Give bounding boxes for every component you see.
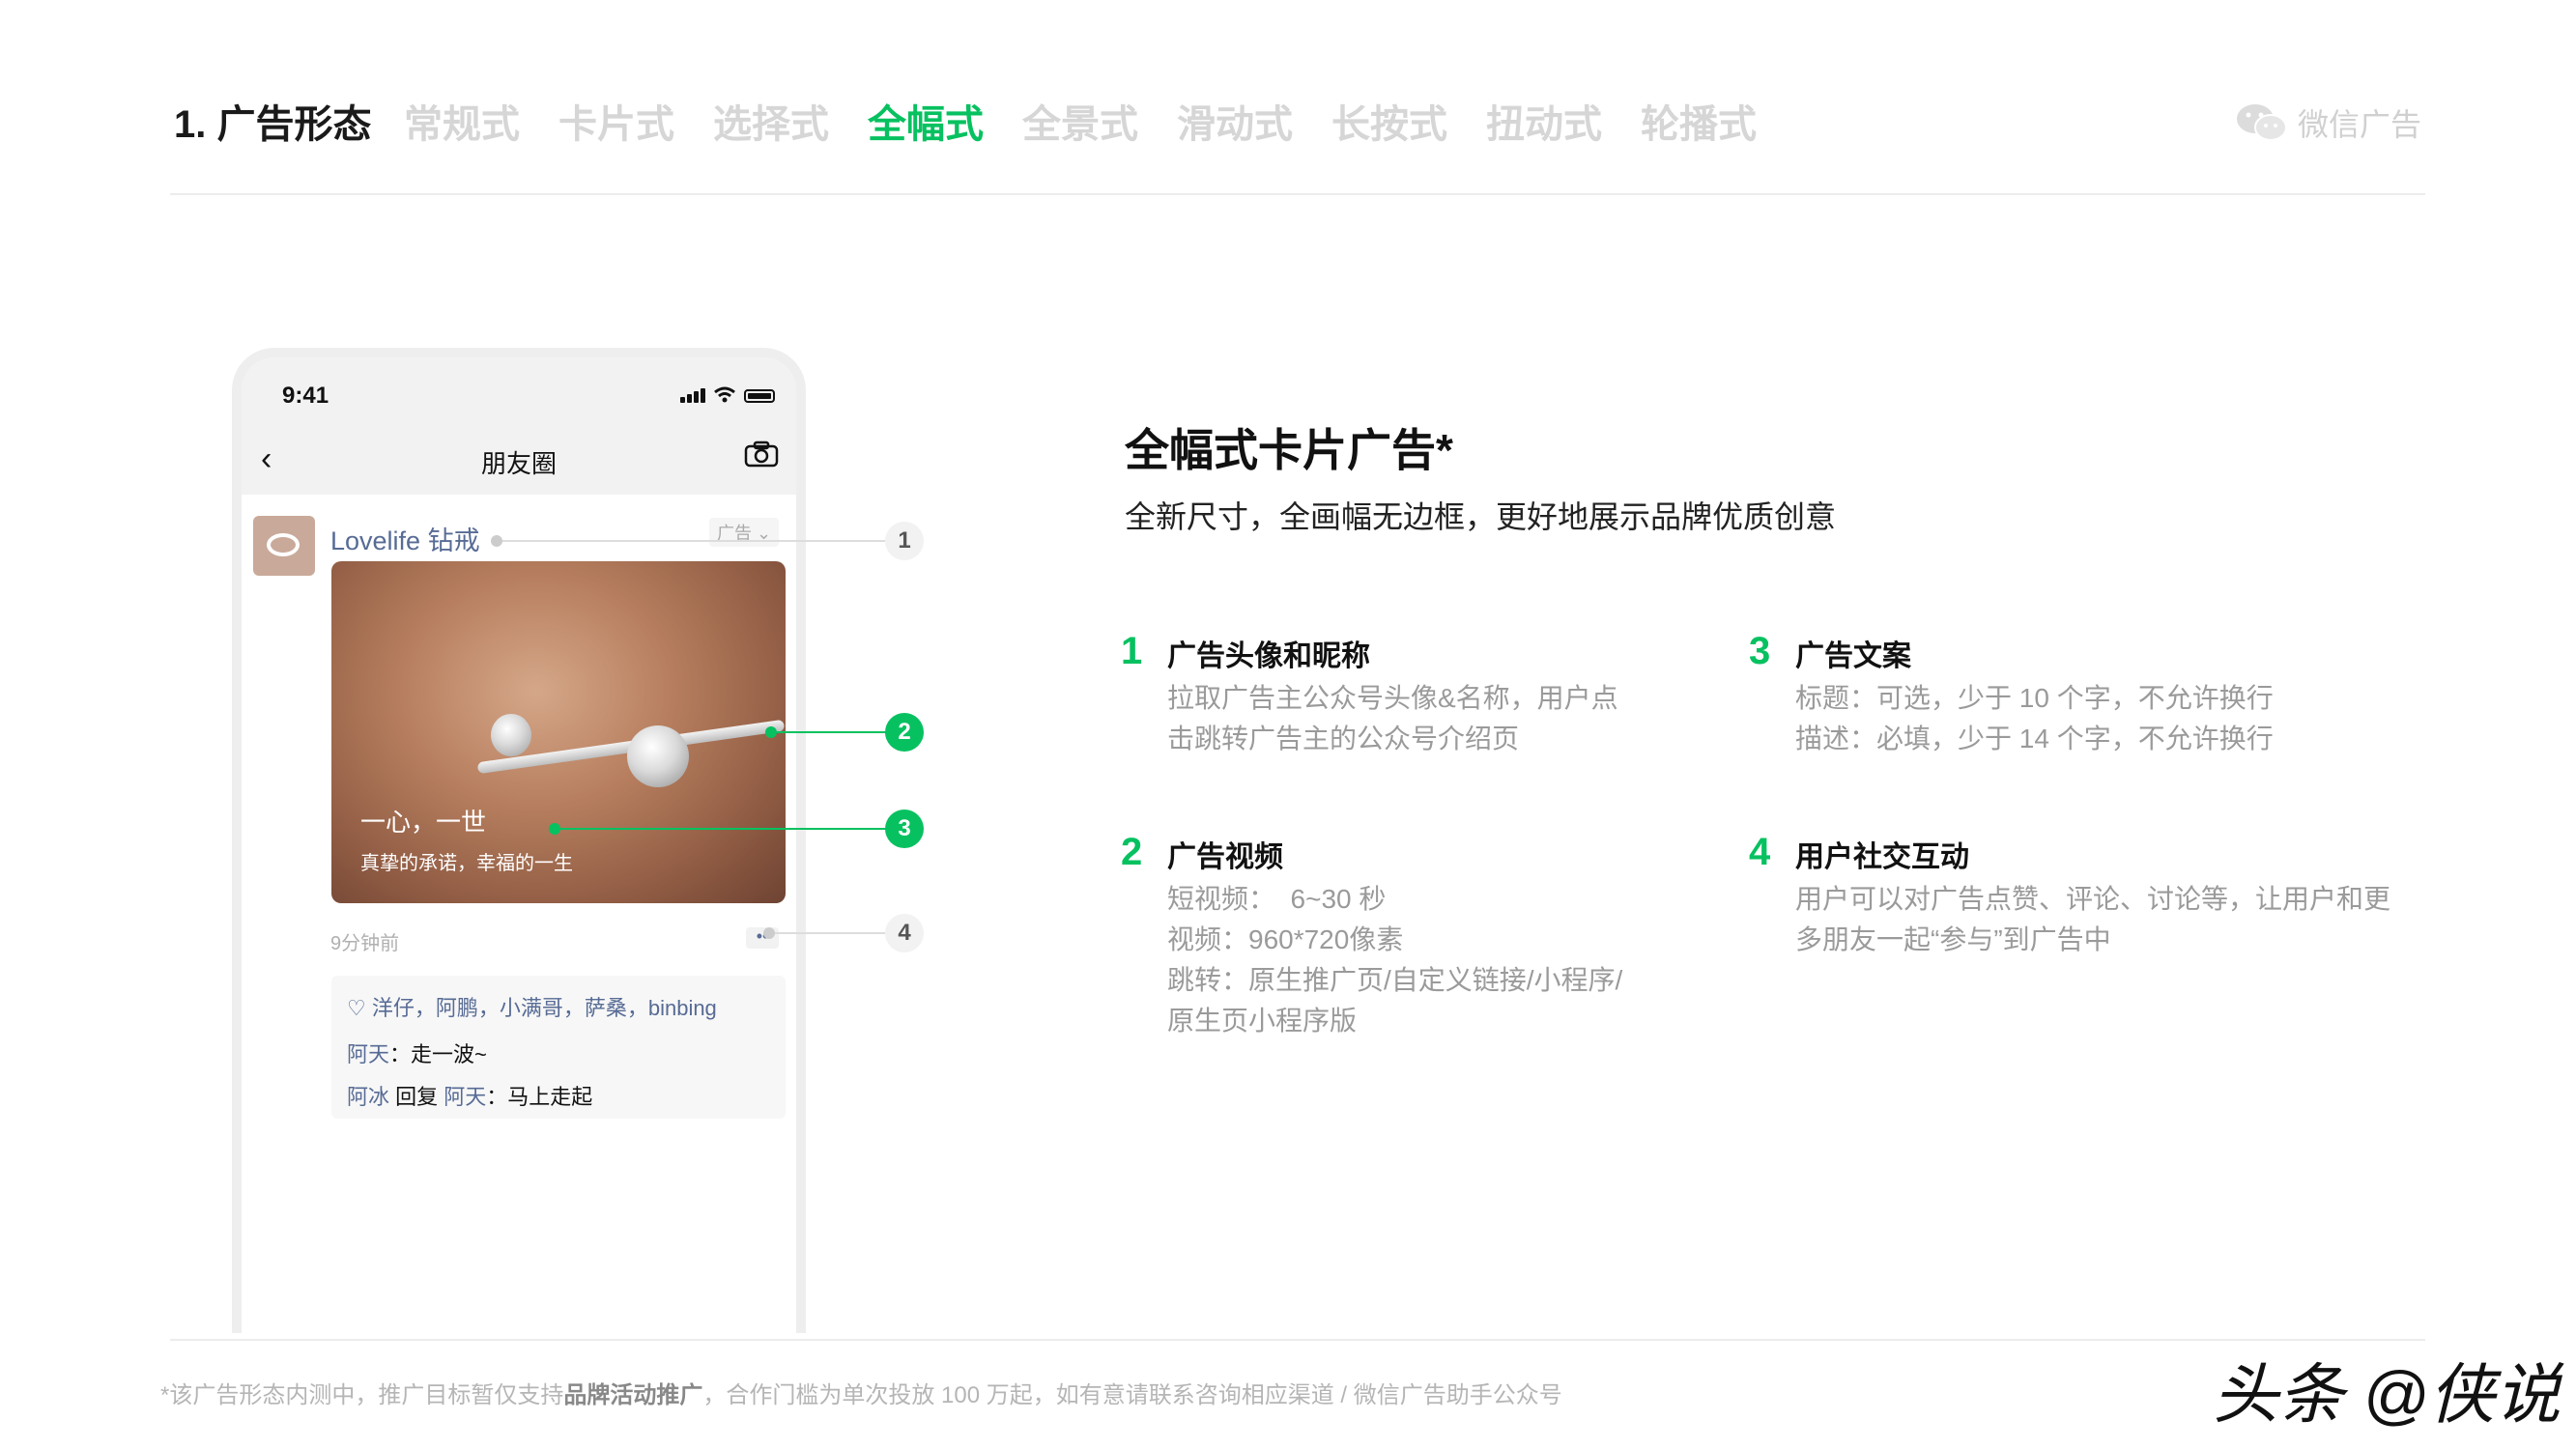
- social-box: ♡ 洋仔，阿鹏，小满哥，萨桑，binbing 阿天：走一波~ 阿冰 回复 阿天：…: [331, 976, 786, 1119]
- feature-line: 用户可以对广告点赞、评论、讨论等，让用户和更: [1795, 884, 2391, 914]
- feature-heading: 广告文案: [1795, 640, 1911, 672]
- tab-panorama[interactable]: 全景式: [1022, 93, 1138, 149]
- callout-line: [557, 828, 889, 830]
- header-divider: [170, 193, 2425, 195]
- brand-logo: 微信广告: [2236, 100, 2421, 145]
- callout-dot: [491, 535, 502, 547]
- callout-number: 4: [885, 914, 924, 952]
- advertiser-nickname[interactable]: Lovelife 钻戒: [330, 520, 480, 557]
- callout-line: [769, 932, 889, 934]
- diamond-large: [627, 725, 689, 787]
- feature-line: 描述：必填，少于 14 个字，不允许换行: [1795, 724, 2274, 753]
- tab-card[interactable]: 卡片式: [558, 93, 674, 149]
- diamond-small: [491, 714, 531, 756]
- feature-heading: 广告视频: [1167, 841, 1283, 873]
- wifi-icon: [714, 386, 735, 403]
- tab-fullscreen[interactable]: 全幅式: [868, 93, 984, 149]
- feature-description: 拉取广告主公众号头像&名称，用户点 击跳转广告主的公众号介绍页: [1167, 678, 1618, 759]
- avatar[interactable]: [253, 516, 315, 576]
- tab-twist[interactable]: 扭动式: [1486, 93, 1602, 149]
- camera-icon[interactable]: [744, 440, 779, 468]
- comment-user[interactable]: 阿天: [347, 1042, 389, 1066]
- feature-title: 全幅式卡片广告*: [1125, 425, 1453, 475]
- section-title: 1. 广告形态: [174, 103, 372, 146]
- phone-top-bar: 9:41 ‹ 朋友圈: [242, 357, 796, 495]
- footnote-text: ，合作门槛为单次投放 100 万起，如有意请联系咨询相应渠道 / 微信广告助手公…: [702, 1382, 1562, 1408]
- feature-number: 2: [1121, 831, 1143, 873]
- tab-regular[interactable]: 常规式: [404, 93, 520, 149]
- comment[interactable]: 阿天：走一波~: [347, 1037, 487, 1068]
- comment[interactable]: 阿冰 回复 阿天：马上走起: [347, 1080, 592, 1111]
- callout-line: [773, 731, 889, 733]
- reply-to-user[interactable]: 阿天: [444, 1085, 486, 1109]
- status-icons: [680, 386, 775, 403]
- tab-choice[interactable]: 选择式: [713, 93, 829, 149]
- likes-row: ♡ 洋仔，阿鹏，小满哥，萨桑，binbing: [347, 991, 717, 1022]
- feature-line: 跳转：原生推广页/自定义链接/小程序/: [1167, 965, 1623, 995]
- callout-dot: [549, 823, 560, 835]
- ad-image[interactable]: 一心，一世 真挚的承诺，幸福的一生: [331, 561, 786, 903]
- footnote-text: *该广告形态内测中，推广目标暂仅支持: [160, 1382, 564, 1408]
- heart-icon: ♡: [347, 996, 372, 1020]
- feature-line: 多朋友一起“参与”到广告中: [1795, 924, 2111, 954]
- feature-description: 短视频： 6~30 秒 视频：960*720像素 跳转：原生推广页/自定义链接/…: [1167, 879, 1622, 1041]
- ad-format-tabs: 常规式 卡片式 选择式 全幅式 全景式 滑动式 长按式 扭动式 轮播式: [404, 93, 1795, 149]
- phone-mockup: 9:41 ‹ 朋友圈 Lovelife 钻戒 广告 ⌄ 一心，一世 真挚的承诺，…: [232, 348, 806, 1333]
- ring-icon: [267, 533, 300, 556]
- brand-label: 微信广告: [2297, 107, 2421, 142]
- comment-user[interactable]: 阿冰: [347, 1085, 389, 1109]
- feature-number: 4: [1749, 831, 1771, 873]
- watermark: 头条 @侠说: [2213, 1358, 2561, 1432]
- likes-names[interactable]: 洋仔，阿鹏，小满哥，萨桑，binbing: [372, 996, 717, 1020]
- tab-longpress[interactable]: 长按式: [1331, 93, 1447, 149]
- feature-line: 标题：可选，少于 10 个字，不允许换行: [1795, 683, 2274, 713]
- callout-line: [495, 540, 889, 542]
- feature-line: 短视频： 6~30 秒: [1167, 884, 1387, 914]
- tab-carousel[interactable]: 轮播式: [1641, 93, 1757, 149]
- callout-dot: [765, 726, 777, 738]
- ad-description: 真挚的承诺，幸福的一生: [360, 853, 573, 874]
- status-time: 9:41: [282, 383, 329, 409]
- callout-dot: [763, 927, 775, 939]
- callout-number: 2: [885, 713, 924, 752]
- comment-text: ：走一波~: [389, 1042, 487, 1066]
- post-time: 9分钟前: [330, 933, 400, 954]
- feature-number: 1: [1121, 630, 1143, 672]
- nav-title: 朋友圈: [480, 449, 557, 478]
- feature-number: 3: [1749, 630, 1771, 672]
- callout-number: 3: [885, 810, 924, 848]
- tab-slide[interactable]: 滑动式: [1177, 93, 1293, 149]
- feature-description: 用户可以对广告点赞、评论、讨论等，让用户和更 多朋友一起“参与”到广告中: [1795, 879, 2390, 960]
- feature-line: 击跳转广告主的公众号介绍页: [1167, 724, 1520, 753]
- ad-headline: 一心，一世: [360, 808, 487, 837]
- battery-icon: [744, 389, 775, 403]
- footnote: *该广告形态内测中，推广目标暂仅支持品牌活动推广，合作门槛为单次投放 100 万…: [160, 1376, 1562, 1409]
- feature-subtitle: 全新尺寸，全画幅无边框，更好地展示品牌优质创意: [1125, 499, 1837, 534]
- footnote-emphasis: 品牌活动推广: [563, 1382, 703, 1408]
- signal-icon: [680, 388, 705, 403]
- callout-number: 1: [885, 522, 924, 560]
- comment-text: ：马上走起: [486, 1085, 593, 1109]
- reply-word: 回复: [389, 1085, 444, 1109]
- ad-tag[interactable]: 广告 ⌄: [709, 518, 780, 547]
- wechat-icon: [2236, 104, 2287, 141]
- feature-heading: 广告头像和昵称: [1167, 640, 1370, 672]
- feature-line: 拉取广告主公众号头像&名称，用户点: [1167, 683, 1618, 713]
- footer-divider: [170, 1339, 2425, 1341]
- feature-line: 原生页小程序版: [1167, 1006, 1358, 1036]
- feature-description: 标题：可选，少于 10 个字，不允许换行 描述：必填，少于 14 个字，不允许换…: [1795, 678, 2274, 759]
- feature-line: 视频：960*720像素: [1167, 924, 1404, 954]
- feature-heading: 用户社交互动: [1795, 841, 1969, 873]
